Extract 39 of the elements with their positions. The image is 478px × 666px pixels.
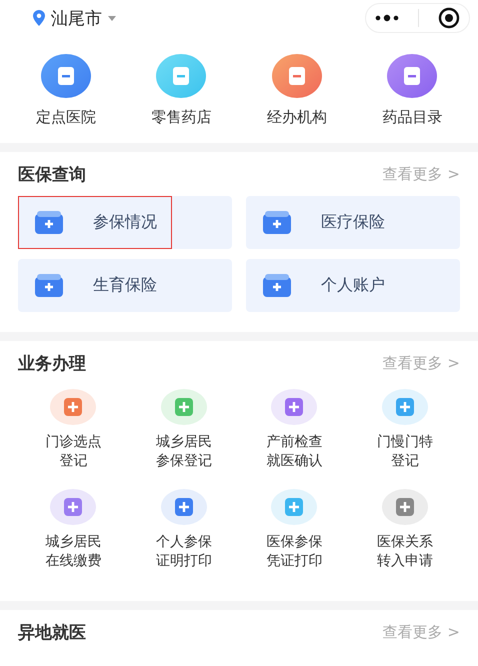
query-card[interactable]: 医疗保险	[246, 196, 460, 249]
city-selector[interactable]: 汕尾市	[51, 6, 102, 30]
service-label[interactable]: 个人参保 证明打印	[156, 533, 212, 571]
card-label: 生育保险	[93, 275, 157, 296]
service-icon[interactable]	[271, 389, 318, 425]
service-label[interactable]: 定点医院	[36, 108, 96, 127]
service-label[interactable]: 产前检查 就医确认	[266, 433, 322, 471]
service-label[interactable]: 城乡居民 在线缴费	[45, 533, 102, 571]
service-label[interactable]: 医保参保 凭证打印	[266, 533, 322, 571]
section-title: 业务办理	[18, 352, 86, 374]
service-icon[interactable]	[40, 54, 91, 98]
service-label[interactable]: 经办机构	[266, 108, 327, 127]
service-label[interactable]: 门诊选点 登记	[45, 433, 102, 471]
service-label[interactable]: 零售药店	[151, 108, 212, 127]
location-pin-icon	[33, 10, 45, 26]
service-icon[interactable]	[387, 54, 438, 98]
service-icon[interactable]	[272, 54, 322, 98]
caret-icon[interactable]	[108, 16, 116, 20]
more-icon[interactable]	[375, 14, 400, 22]
service-icon[interactable]	[156, 54, 206, 98]
query-card[interactable]: 生育保险	[18, 259, 232, 312]
card-label: 医疗保险	[321, 212, 385, 233]
service-icon[interactable]	[271, 489, 318, 525]
service-icon[interactable]	[50, 489, 96, 525]
query-card[interactable]: 参保情况	[18, 196, 232, 249]
service-label[interactable]: 药品目录	[382, 108, 442, 127]
query-card[interactable]: 个人账户	[246, 259, 460, 312]
service-label[interactable]: 门慢门特 登记	[376, 433, 433, 471]
section-title: 医保查询	[18, 164, 86, 186]
service-icon[interactable]	[160, 489, 207, 525]
service-icon[interactable]	[382, 489, 428, 525]
service-label[interactable]: 城乡居民 参保登记	[156, 433, 212, 471]
card-label: 参保情况	[93, 212, 157, 233]
section-title: 异地就医	[18, 622, 86, 644]
card-label: 个人账户	[321, 275, 385, 296]
service-label[interactable]: 医保关系 转入申请	[376, 533, 433, 571]
service-icon[interactable]	[50, 389, 96, 425]
service-icon[interactable]	[160, 389, 207, 425]
service-icon[interactable]	[382, 389, 428, 425]
